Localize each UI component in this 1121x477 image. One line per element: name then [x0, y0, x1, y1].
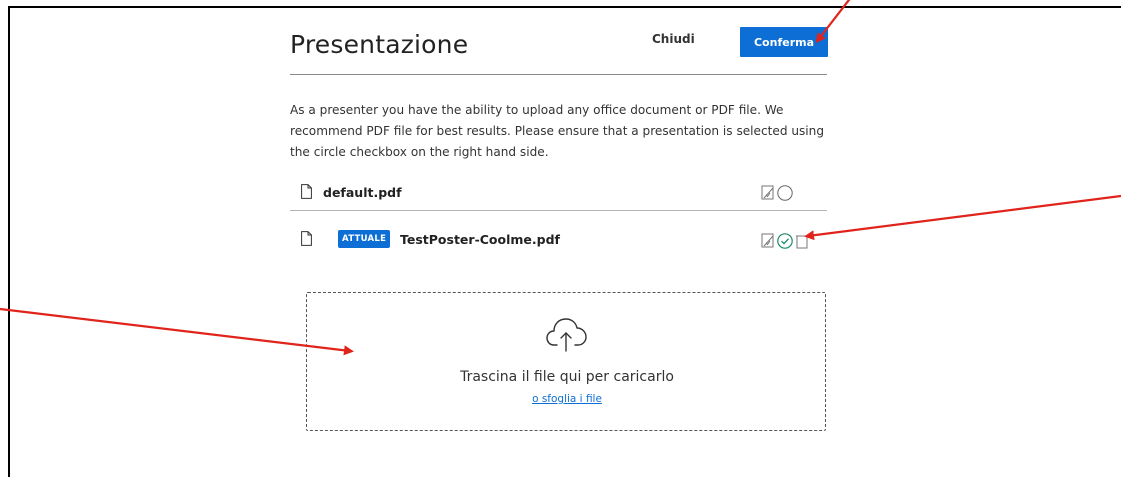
file-name: default.pdf [323, 185, 402, 200]
upload-cloud-icon [545, 315, 589, 355]
check-circle-icon[interactable] [776, 232, 794, 250]
select-circle-icon[interactable] [776, 184, 794, 202]
confirm-button[interactable]: Conferma [740, 27, 828, 57]
file-icon [301, 184, 312, 199]
close-button[interactable]: Chiudi [652, 32, 695, 46]
file-row: ATTUALE TestPoster-Coolme.pdf [290, 218, 827, 254]
file-row-divider [290, 210, 827, 211]
current-badge: ATTUALE [338, 230, 391, 248]
file-row: default.pdf [290, 181, 827, 217]
browse-files-link[interactable]: o sfoglia i file [307, 393, 827, 405]
modal-title: Presentazione [290, 30, 469, 59]
upload-dropzone[interactable]: Trascina il file qui per caricarlo o sfo… [306, 292, 826, 431]
modal-header: Presentazione Chiudi Conferma [290, 8, 828, 75]
header-divider [290, 74, 827, 75]
modal-description: As a presenter you have the ability to u… [290, 103, 825, 159]
file-icon [301, 231, 312, 246]
dropzone-text: Trascina il file qui per caricarlo [460, 369, 674, 385]
screenshot-frame-left [8, 6, 10, 477]
file-name: TestPoster-Coolme.pdf [400, 232, 560, 247]
delete-icon[interactable] [793, 232, 811, 250]
